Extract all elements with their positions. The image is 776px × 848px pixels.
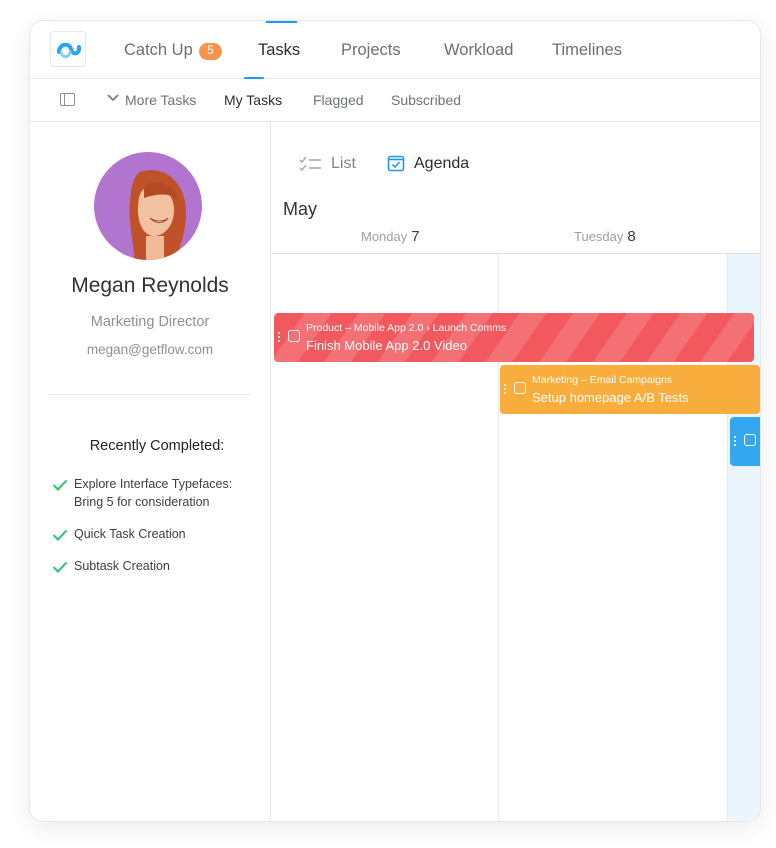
check-icon	[52, 529, 68, 541]
sidebar-toggle-icon[interactable]	[60, 93, 75, 106]
top-nav: Catch Up 5 Tasks Projects Workload Timel…	[30, 21, 760, 80]
tab-tasks[interactable]: Tasks	[258, 41, 300, 60]
check-icon	[52, 561, 68, 573]
drag-handle-icon[interactable]	[734, 435, 736, 447]
agenda-panel: List Agenda May Monday 7 Tuesday 8 Product…	[271, 122, 760, 821]
day-number: 7	[411, 228, 420, 245]
app-window: Catch Up 5 Tasks Projects Workload Timel…	[29, 20, 761, 822]
profile-panel: Megan Reynolds Marketing Director megan@…	[30, 122, 271, 821]
completed-task-line1: Subtask Creation	[74, 559, 170, 573]
tab-timelines[interactable]: Timelines	[552, 41, 622, 60]
divider	[49, 394, 251, 395]
drag-handle-icon[interactable]	[278, 331, 280, 343]
list-item[interactable]: Explore Interface Typefaces: Bring 5 for…	[74, 475, 232, 511]
list-item[interactable]: Quick Task Creation	[74, 525, 186, 543]
profile-name: Megan Reynolds	[71, 274, 229, 297]
profile-role: Marketing Director	[90, 314, 210, 330]
tab-projects[interactable]: Projects	[341, 41, 401, 60]
avatar	[94, 152, 202, 260]
calendar-check-icon[interactable]	[387, 154, 405, 172]
flagged-link[interactable]: Flagged	[313, 92, 364, 108]
event-project-path: Product – Mobile App 2.0 › Launch Comms	[306, 322, 507, 334]
check-icon	[52, 479, 68, 491]
task-checkbox[interactable]	[514, 382, 526, 394]
event-finish-mobile-app-video[interactable]: Product – Mobile App 2.0 › Launch Comms …	[274, 313, 754, 362]
active-tab-top-indicator	[266, 21, 297, 23]
completed-task-line2: Bring 5 for consideration	[74, 495, 210, 509]
chevron-down-icon[interactable]	[107, 93, 119, 103]
task-checkbox[interactable]	[288, 330, 300, 342]
event-blue-partial[interactable]	[730, 417, 760, 466]
calendar-header-divider	[271, 253, 760, 254]
event-setup-homepage-ab-tests[interactable]: Marketing – Email Campaigns Setup homepa…	[500, 365, 760, 414]
day-name: Monday	[361, 229, 408, 244]
month-label: May	[283, 199, 318, 219]
tab-catch-up[interactable]: Catch Up	[124, 41, 193, 60]
list-item[interactable]: Subtask Creation	[74, 557, 170, 575]
event-title: Setup homepage A/B Tests	[532, 390, 689, 405]
more-tasks-link[interactable]: More Tasks	[125, 92, 196, 108]
list-icon[interactable]	[299, 156, 323, 172]
day-header-monday: Monday 7	[361, 228, 420, 245]
catch-up-count-badge: 5	[199, 43, 222, 60]
app-logo[interactable]	[50, 31, 86, 67]
day-header-tuesday: Tuesday 8	[574, 228, 636, 245]
drag-handle-icon[interactable]	[504, 383, 506, 395]
flow-logo-icon	[57, 42, 82, 59]
profile-email[interactable]: megan@getflow.com	[30, 342, 270, 357]
event-title: Finish Mobile App 2.0 Video	[306, 338, 467, 353]
view-list-tab[interactable]: List	[331, 155, 356, 173]
event-project-path: Marketing – Email Campaigns	[532, 374, 673, 386]
view-agenda-tab[interactable]: Agenda	[414, 155, 469, 173]
recently-completed-title: Recently Completed:	[89, 438, 225, 454]
day-name: Tuesday	[574, 229, 624, 244]
my-tasks-link[interactable]: My Tasks	[224, 92, 282, 108]
avatar-photo	[94, 152, 202, 260]
day-number: 8	[627, 228, 636, 245]
task-checkbox[interactable]	[744, 434, 756, 446]
completed-task-line1: Explore Interface Typefaces:	[74, 477, 233, 491]
completed-task-line1: Quick Task Creation	[74, 527, 186, 541]
subscribed-link[interactable]: Subscribed	[391, 92, 461, 108]
tab-workload[interactable]: Workload	[444, 41, 513, 60]
sub-nav: More Tasks My Tasks Flagged Subscribed	[30, 79, 760, 122]
